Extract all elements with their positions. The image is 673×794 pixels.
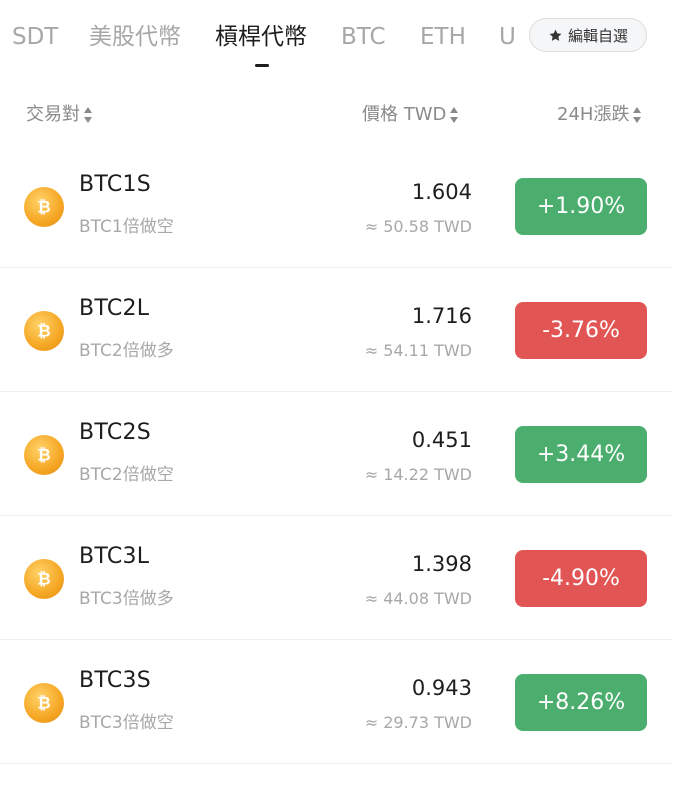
edit-favorites-label: 編輯自選 bbox=[567, 26, 628, 45]
bitcoin-icon: ₿ bbox=[24, 435, 64, 475]
last-price: 1.398 bbox=[411, 552, 472, 576]
tab-leveraged-tokens[interactable]: 槓桿代幣 bbox=[215, 22, 307, 52]
pair-description: BTC2倍做空 bbox=[79, 465, 174, 485]
header-price-sort[interactable]: 價格 TWD bbox=[362, 100, 459, 130]
svg-text:₿: ₿ bbox=[37, 694, 50, 713]
last-price: 1.604 bbox=[411, 180, 472, 204]
tab-eth[interactable]: ETH bbox=[420, 22, 466, 52]
price-twd: ≈ 29.73 TWD bbox=[364, 713, 472, 732]
price-twd: ≈ 54.11 TWD bbox=[364, 341, 472, 360]
bitcoin-icon: ₿ bbox=[24, 311, 64, 351]
header-pair-label: 交易對 bbox=[26, 104, 80, 125]
pair-symbol: BTC2S bbox=[79, 420, 152, 445]
svg-text:₿: ₿ bbox=[37, 198, 50, 217]
svg-text:₿: ₿ bbox=[37, 322, 50, 341]
price-twd: ≈ 50.58 TWD bbox=[364, 217, 472, 236]
pair-symbol: BTC2L bbox=[79, 296, 150, 321]
active-tab-indicator bbox=[255, 64, 269, 67]
price-twd: ≈ 14.22 TWD bbox=[364, 465, 472, 484]
list-item[interactable]: ₿ BTC2S BTC2倍做空 0.451 ≈ 14.22 TWD +3.44% bbox=[0, 392, 673, 516]
change-badge[interactable]: -4.90% bbox=[515, 550, 647, 607]
pair-symbol: BTC3L bbox=[79, 544, 150, 569]
bitcoin-icon: ₿ bbox=[24, 187, 64, 227]
tab-btc[interactable]: BTC bbox=[341, 22, 386, 52]
pair-description: BTC1倍做空 bbox=[79, 217, 174, 237]
list-item[interactable]: ₿ BTC3L BTC3倍做多 1.398 ≈ 44.08 TWD -4.90% bbox=[0, 516, 673, 640]
last-price: 0.451 bbox=[411, 428, 472, 452]
change-badge[interactable]: +3.44% bbox=[515, 426, 647, 483]
list-item[interactable]: ₿ BTC1S BTC1倍做空 1.604 ≈ 50.58 TWD +1.90% bbox=[0, 144, 673, 268]
svg-text:₿: ₿ bbox=[37, 570, 50, 589]
header-price-label: 價格 TWD bbox=[362, 104, 447, 125]
price-twd: ≈ 44.08 TWD bbox=[364, 589, 472, 608]
list-item[interactable]: ₿ BTC2L BTC2倍做多 1.716 ≈ 54.11 TWD -3.76% bbox=[0, 268, 673, 392]
change-badge[interactable]: -3.76% bbox=[515, 302, 647, 359]
list-header: 交易對 價格 TWD 24H漲跌 bbox=[0, 100, 673, 130]
list-item[interactable]: ₿ BTC3S BTC3倍做空 0.943 ≈ 29.73 TWD +8.26% bbox=[0, 640, 673, 764]
svg-text:₿: ₿ bbox=[37, 446, 50, 465]
last-price: 0.943 bbox=[411, 676, 472, 700]
star-icon bbox=[549, 29, 562, 41]
pair-symbol: BTC1S bbox=[79, 172, 152, 197]
tab-us-stock-tokens[interactable]: 美股代幣 bbox=[89, 22, 181, 52]
change-badge[interactable]: +8.26% bbox=[515, 674, 647, 731]
pair-symbol: BTC3S bbox=[79, 668, 152, 693]
tab-bar: SDT 美股代幣 槓桿代幣 BTC ETH U 編輯自選 bbox=[0, 0, 673, 78]
bitcoin-icon: ₿ bbox=[24, 683, 64, 723]
header-pair-sort[interactable]: 交易對 bbox=[26, 100, 93, 130]
pair-description: BTC3倍做多 bbox=[79, 589, 174, 609]
bitcoin-icon: ₿ bbox=[24, 559, 64, 599]
tab-u[interactable]: U bbox=[499, 22, 516, 52]
sort-icon bbox=[449, 106, 459, 124]
change-badge[interactable]: +1.90% bbox=[515, 178, 647, 235]
header-change-sort[interactable]: 24H漲跌 bbox=[557, 100, 642, 130]
tab-usdt[interactable]: SDT bbox=[12, 22, 58, 52]
sort-icon bbox=[632, 106, 642, 124]
last-price: 1.716 bbox=[411, 304, 472, 328]
header-change-label: 24H漲跌 bbox=[557, 104, 630, 125]
pair-description: BTC2倍做多 bbox=[79, 341, 174, 361]
pair-description: BTC3倍做空 bbox=[79, 713, 174, 733]
edit-favorites-button[interactable]: 編輯自選 bbox=[529, 18, 647, 52]
sort-icon bbox=[83, 106, 93, 124]
